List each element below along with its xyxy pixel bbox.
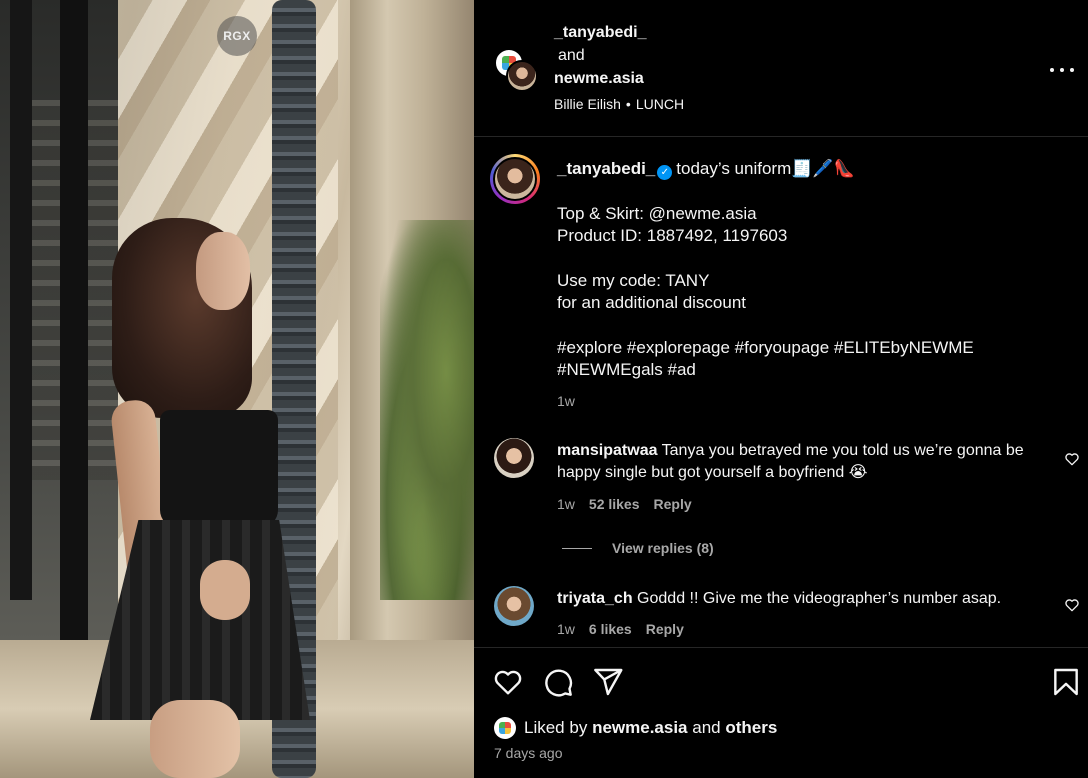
view-replies-label: View replies (8) — [612, 540, 714, 556]
view-replies-button[interactable]: View replies (8) — [562, 540, 714, 556]
window-frame-left — [10, 0, 32, 600]
collab-avatars[interactable] — [494, 48, 538, 92]
comment-username[interactable]: mansipatwaa — [557, 442, 657, 459]
caption-hashtags[interactable]: #explore #explorepage #foryoupage #ELITE… — [557, 337, 1057, 360]
audio-track: LUNCH — [635, 96, 685, 112]
newme-mini-avatar — [494, 717, 516, 739]
bookmark-icon[interactable] — [1050, 666, 1082, 698]
reply-button[interactable]: Reply — [654, 496, 692, 512]
comments-scroll-area[interactable]: _tanyabedi_ ✓ today’s uniform🧾🖊️👠 Top & Sk… — [474, 138, 1088, 646]
commenter-avatar[interactable] — [494, 586, 534, 626]
caption-time[interactable]: 1w — [557, 390, 1057, 413]
liked-by-and: and — [692, 718, 721, 737]
post-media[interactable]: RGX — [0, 0, 474, 778]
comment-username[interactable]: triyata_ch — [557, 590, 633, 607]
black-crop-top — [160, 410, 278, 528]
comment-time[interactable]: 1w — [557, 621, 575, 637]
reply-button[interactable]: Reply — [646, 621, 684, 637]
heart-icon[interactable] — [1064, 451, 1080, 467]
comment-likes[interactable]: 6 likes — [589, 621, 632, 637]
comment-time[interactable]: 1w — [557, 496, 575, 512]
action-bar — [474, 647, 1088, 713]
post-header: _tanyabedi_ and newme.asia Billie Eilish… — [474, 0, 1088, 137]
header-username-2[interactable]: newme.asia — [554, 70, 644, 88]
post-caption: _tanyabedi_ ✓ today’s uniform🧾🖊️👠 Top & Sk… — [557, 158, 1057, 412]
caption-line: Product ID: 1887492, 1197603 — [557, 226, 788, 245]
share-icon[interactable] — [592, 666, 624, 698]
caption-hashtags[interactable]: #NEWMEgals #ad — [557, 359, 1057, 382]
heart-icon[interactable] — [492, 666, 524, 698]
more-horizontal-icon[interactable] — [1050, 58, 1074, 82]
heart-icon[interactable] — [1064, 597, 1080, 613]
liked-by-others[interactable]: others — [725, 718, 777, 738]
comment-meta: 1w 6 likes Reply — [557, 621, 684, 637]
caption-line: for an additional discount — [557, 293, 747, 312]
caption-line: Use my code: TANY — [557, 270, 710, 290]
window-frame — [60, 0, 88, 660]
tanyabedi-avatar — [506, 60, 538, 92]
liked-by-prefix: Liked by — [524, 718, 588, 737]
verified-badge-icon: ✓ — [657, 165, 673, 180]
commenter-avatar[interactable] — [494, 438, 534, 478]
caption-avatar[interactable] — [490, 154, 540, 204]
caption-username[interactable]: _tanyabedi_ — [557, 159, 655, 178]
post-timestamp[interactable]: 7 days ago — [494, 745, 563, 761]
comment-meta: 1w 52 likes Reply — [557, 496, 692, 512]
comment-icon[interactable] — [542, 666, 574, 698]
header-username-1[interactable]: _tanyabedi_ — [554, 24, 646, 42]
post-details-panel: _tanyabedi_ and newme.asia Billie Eilish… — [474, 0, 1088, 778]
rgx-watermark: RGX — [217, 16, 257, 56]
plant-leaves — [380, 220, 474, 600]
audio-separator: • — [625, 96, 631, 112]
comment-body: Goddd !! Give me the videographer’s numb… — [637, 590, 1002, 607]
replies-line — [562, 547, 592, 549]
comment-likes[interactable]: 52 likes — [589, 496, 640, 512]
caption-headline: today’s uniform🧾🖊️👠 — [676, 159, 855, 178]
liked-by-user[interactable]: newme.asia — [592, 718, 687, 738]
likes-summary[interactable]: Liked by newme.asia and others — [494, 716, 777, 740]
comment-text-block: triyata_ch Goddd !! Give me the videogra… — [557, 588, 1047, 610]
header-and: and — [558, 47, 585, 64]
audio-link[interactable]: Billie Eilish • LUNCH — [554, 96, 684, 112]
audio-artist: Billie Eilish — [554, 96, 621, 112]
woman-face — [196, 232, 250, 310]
comment-text-block: mansipatwaa Tanya you betrayed me you to… — [557, 440, 1047, 484]
woman-legs — [150, 700, 240, 778]
caption-line: Top & Skirt: @newme.asia — [557, 203, 757, 223]
woman-hand — [200, 560, 250, 620]
